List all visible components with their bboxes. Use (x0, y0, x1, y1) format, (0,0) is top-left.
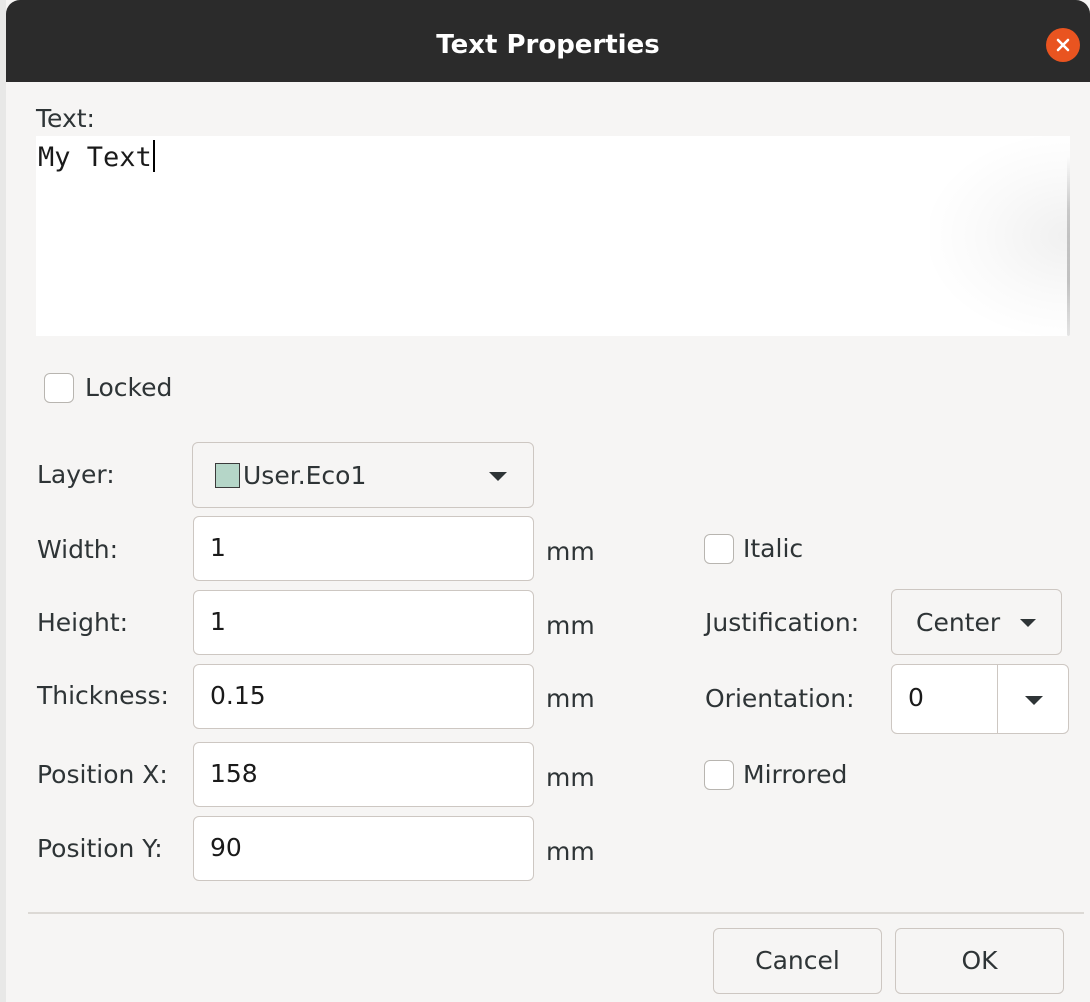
text-input-area[interactable]: My Text (36, 136, 1070, 336)
orientation-input[interactable]: 0 (891, 664, 998, 734)
width-label: Width: (37, 535, 119, 564)
height-unit: mm (546, 611, 595, 640)
text-label: Text: (36, 104, 95, 133)
cancel-button[interactable]: Cancel (713, 928, 882, 994)
width-unit: mm (546, 537, 595, 566)
italic-checkbox[interactable] (704, 534, 734, 564)
button-divider (28, 912, 1084, 914)
text-properties-dialog: Text Properties Text: My Text Locked Lay… (0, 0, 1090, 1002)
height-label: Height: (37, 608, 129, 637)
width-input[interactable]: 1 (193, 516, 534, 581)
orientation-dropdown-button[interactable] (997, 664, 1069, 734)
position-x-label: Position X: (37, 760, 168, 789)
layer-dropdown[interactable]: User.Eco1 (192, 442, 534, 508)
layer-value: User.Eco1 (243, 461, 367, 490)
position-y-unit: mm (546, 837, 595, 866)
mirrored-checkbox[interactable] (704, 760, 734, 790)
position-y-input[interactable]: 90 (193, 816, 534, 881)
dialog-title: Text Properties (436, 30, 660, 60)
mirrored-label: Mirrored (743, 760, 848, 789)
textarea-scroll-shadow (930, 136, 1070, 336)
justification-dropdown[interactable]: Center (891, 589, 1062, 655)
text-input-value: My Text (38, 142, 152, 173)
position-x-unit: mm (546, 763, 595, 792)
locked-checkbox[interactable] (44, 373, 74, 403)
title-bar: Text Properties (6, 0, 1090, 82)
italic-label: Italic (743, 534, 804, 563)
chevron-down-icon (489, 472, 507, 481)
locked-label: Locked (85, 373, 173, 402)
close-icon (1056, 38, 1070, 52)
text-input-value-wrap: My Text (38, 140, 155, 173)
thickness-input[interactable]: 0.15 (193, 664, 534, 729)
ok-button[interactable]: OK (895, 928, 1064, 994)
textarea-scroll-edge (1067, 156, 1070, 336)
justification-label: Justification: (705, 608, 860, 637)
thickness-unit: mm (546, 684, 595, 713)
position-y-label: Position Y: (37, 834, 163, 863)
layer-label: Layer: (37, 460, 115, 489)
text-caret (152, 140, 155, 172)
chevron-down-icon (1025, 696, 1043, 705)
thickness-label: Thickness: (37, 681, 169, 710)
position-x-input[interactable]: 158 (193, 742, 534, 807)
chevron-down-icon (1020, 619, 1036, 627)
orientation-label: Orientation: (705, 684, 855, 713)
justification-value: Center (916, 608, 1001, 637)
height-input[interactable]: 1 (193, 590, 534, 655)
close-button[interactable] (1046, 28, 1080, 62)
layer-color-swatch (215, 463, 240, 488)
